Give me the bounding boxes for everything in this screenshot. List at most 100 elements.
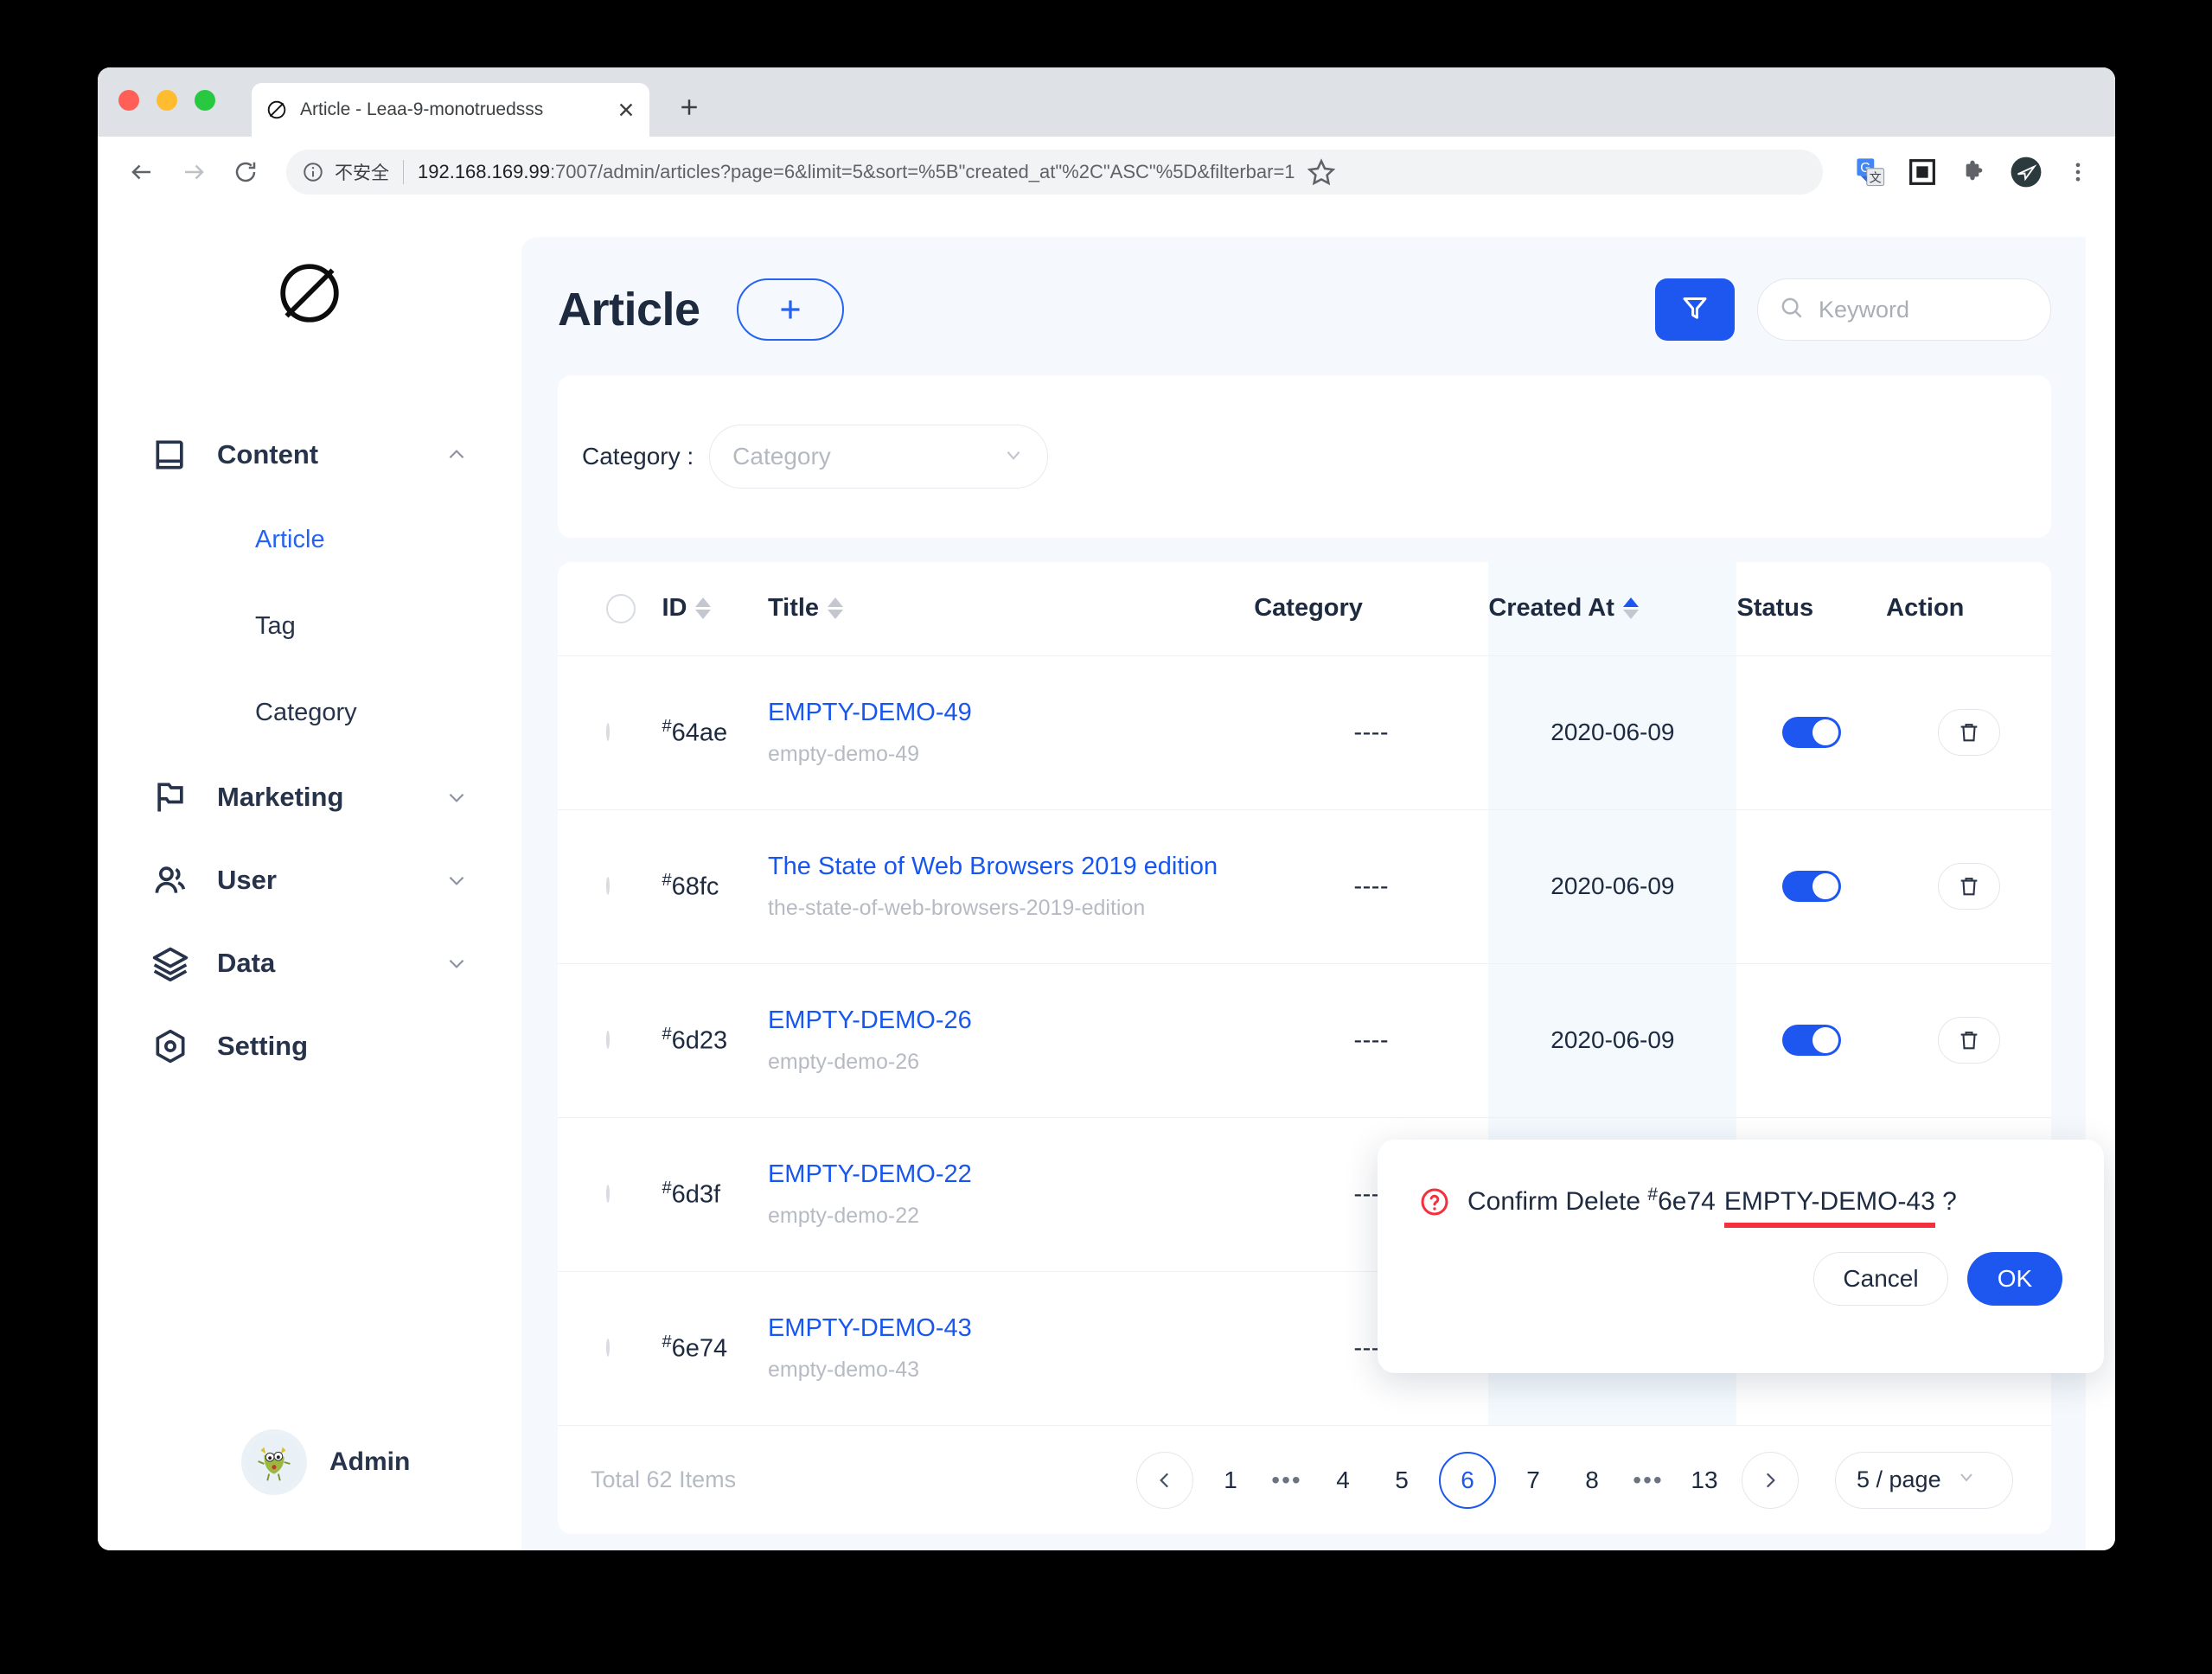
- table-row[interactable]: #64ae EMPTY-DEMO-49 empty-demo-49 ---- 2…: [558, 655, 2051, 810]
- sidebar-label-data: Data: [217, 948, 276, 978]
- row-title-link[interactable]: EMPTY-DEMO-26: [768, 1006, 1254, 1036]
- row-title-link[interactable]: The State of Web Browsers 2019 edition: [768, 852, 1254, 882]
- chevron-down-icon[interactable]: [445, 869, 468, 891]
- chevron-down-icon[interactable]: [445, 786, 468, 808]
- status-toggle[interactable]: [1781, 1025, 1841, 1056]
- sidebar-item-data[interactable]: Data: [98, 922, 521, 1005]
- sidebar-item-article[interactable]: Article: [98, 496, 521, 583]
- row-radio[interactable]: [606, 723, 610, 741]
- row-select-cell[interactable]: [558, 1271, 662, 1425]
- sidebar-item-category[interactable]: Category: [98, 669, 521, 756]
- page-ellipsis-left[interactable]: •••: [1268, 1466, 1306, 1494]
- sort-created-at-icon[interactable]: [1622, 597, 1639, 620]
- row-title-link[interactable]: EMPTY-DEMO-43: [768, 1313, 1254, 1344]
- sidebar-item-content[interactable]: Content: [98, 413, 521, 496]
- extensions-puzzle-icon[interactable]: [1958, 156, 1991, 188]
- select-all-radio[interactable]: [606, 593, 636, 623]
- add-article-button[interactable]: [736, 278, 844, 341]
- table-row[interactable]: #68fc The State of Web Browsers 2019 edi…: [558, 809, 2051, 964]
- total-items-label: Total 62 Items: [591, 1466, 737, 1492]
- pagination: Total 62 Items 1 ••• 4 5 6 7 8 ••• 13 5 …: [558, 1425, 2051, 1534]
- ok-button[interactable]: OK: [1967, 1252, 2062, 1306]
- info-icon[interactable]: [302, 161, 324, 183]
- main-header: Article Keyword: [558, 270, 2051, 349]
- url-text: 192.168.169.99:7007/admin/articles?page=…: [418, 161, 1295, 183]
- sidebar-item-user[interactable]: User: [98, 839, 521, 922]
- sidebar-item-marketing[interactable]: Marketing: [98, 756, 521, 839]
- next-page-button[interactable]: [1742, 1451, 1799, 1509]
- row-status-cell[interactable]: [1736, 809, 1887, 964]
- row-action-cell[interactable]: [1886, 655, 2051, 810]
- address-bar[interactable]: 不安全 192.168.169.99:7007/admin/articles?p…: [286, 150, 1823, 195]
- new-tab-button[interactable]: [672, 90, 706, 125]
- row-select-cell[interactable]: [558, 809, 662, 964]
- row-radio[interactable]: [606, 1031, 610, 1049]
- forward-icon[interactable]: [170, 149, 217, 195]
- reload-icon[interactable]: [222, 149, 269, 195]
- table-row[interactable]: #6d23 EMPTY-DEMO-26 empty-demo-26 ---- 2…: [558, 963, 2051, 1118]
- page-8-button[interactable]: 8: [1570, 1452, 1614, 1509]
- row-status-cell[interactable]: [1736, 963, 1887, 1118]
- header-created-at[interactable]: Created At: [1488, 562, 1737, 656]
- page-13-button[interactable]: 13: [1683, 1452, 1726, 1509]
- chevron-up-icon[interactable]: [445, 444, 468, 466]
- delete-row-button[interactable]: [1937, 709, 2000, 756]
- search-input[interactable]: Keyword: [1757, 278, 2051, 341]
- page-4-button[interactable]: 4: [1321, 1452, 1365, 1509]
- page-ellipsis-right[interactable]: •••: [1629, 1466, 1667, 1494]
- sidebar-item-tag[interactable]: Tag: [98, 583, 521, 669]
- row-select-cell[interactable]: [558, 655, 662, 810]
- status-toggle[interactable]: [1781, 871, 1841, 902]
- delete-row-button[interactable]: [1937, 1017, 2000, 1064]
- row-action-cell[interactable]: [1886, 809, 2051, 964]
- bookmark-star-icon[interactable]: [1306, 157, 1337, 188]
- row-id: 6d3f: [671, 1180, 721, 1209]
- minimize-window-button[interactable]: [157, 90, 177, 111]
- close-window-button[interactable]: [118, 90, 139, 111]
- status-toggle[interactable]: [1781, 717, 1841, 748]
- prev-page-button[interactable]: [1136, 1451, 1193, 1509]
- confirm-delete-message-row: Confirm Delete #6e74 EMPTY-DEMO-43 ?: [1419, 1185, 2062, 1228]
- page-7-button[interactable]: 7: [1512, 1452, 1555, 1509]
- row-title-link[interactable]: EMPTY-DEMO-22: [768, 1160, 1254, 1190]
- row-status-cell[interactable]: [1736, 655, 1887, 810]
- profile-avatar-icon[interactable]: [2010, 156, 2043, 188]
- row-radio[interactable]: [606, 877, 610, 895]
- header-title[interactable]: Title: [767, 562, 1255, 656]
- sidebar-item-setting[interactable]: Setting: [98, 1005, 521, 1088]
- chevron-down-icon[interactable]: [445, 952, 468, 974]
- filter-toggle-button[interactable]: [1655, 278, 1735, 341]
- maximize-window-button[interactable]: [195, 90, 215, 111]
- cancel-button[interactable]: Cancel: [1813, 1252, 1948, 1306]
- row-id-cell: #6d23: [662, 963, 768, 1118]
- sort-id-icon[interactable]: [695, 597, 712, 620]
- window-controls[interactable]: [118, 90, 215, 111]
- header-id[interactable]: ID: [662, 562, 768, 656]
- reader-icon[interactable]: [1906, 156, 1939, 188]
- row-select-cell[interactable]: [558, 963, 662, 1118]
- empty-set-icon: [265, 99, 288, 121]
- header-select-all[interactable]: [558, 562, 662, 656]
- google-translate-icon[interactable]: G文: [1854, 156, 1887, 188]
- page-1-button[interactable]: 1: [1209, 1452, 1252, 1509]
- delete-row-button[interactable]: [1937, 863, 2000, 910]
- app-logo[interactable]: [98, 256, 521, 330]
- page-5-button[interactable]: 5: [1380, 1452, 1423, 1509]
- sort-title-icon[interactable]: [828, 597, 844, 620]
- chevron-down-icon: [1956, 1466, 1991, 1493]
- row-title-link[interactable]: EMPTY-DEMO-49: [768, 698, 1254, 728]
- per-page-select[interactable]: 5 / page: [1835, 1451, 2013, 1509]
- browser-tab[interactable]: Article - Leaa-9-monotruedsss: [252, 83, 649, 137]
- sidebar-user[interactable]: Admin: [98, 1429, 521, 1550]
- back-icon[interactable]: [118, 149, 165, 195]
- chrome-menu-icon[interactable]: [2062, 156, 2094, 188]
- row-action-cell[interactable]: [1886, 963, 2051, 1118]
- row-radio[interactable]: [606, 1185, 610, 1203]
- articles-table-card: ID Title Category Created At Status Acti…: [558, 562, 2051, 1534]
- row-radio[interactable]: [606, 1339, 610, 1358]
- close-icon[interactable]: [617, 100, 636, 119]
- security-status-label: 不安全: [335, 163, 389, 183]
- category-select[interactable]: Category: [709, 425, 1049, 489]
- row-select-cell[interactable]: [558, 1117, 662, 1272]
- page-6-button-current[interactable]: 6: [1439, 1451, 1496, 1509]
